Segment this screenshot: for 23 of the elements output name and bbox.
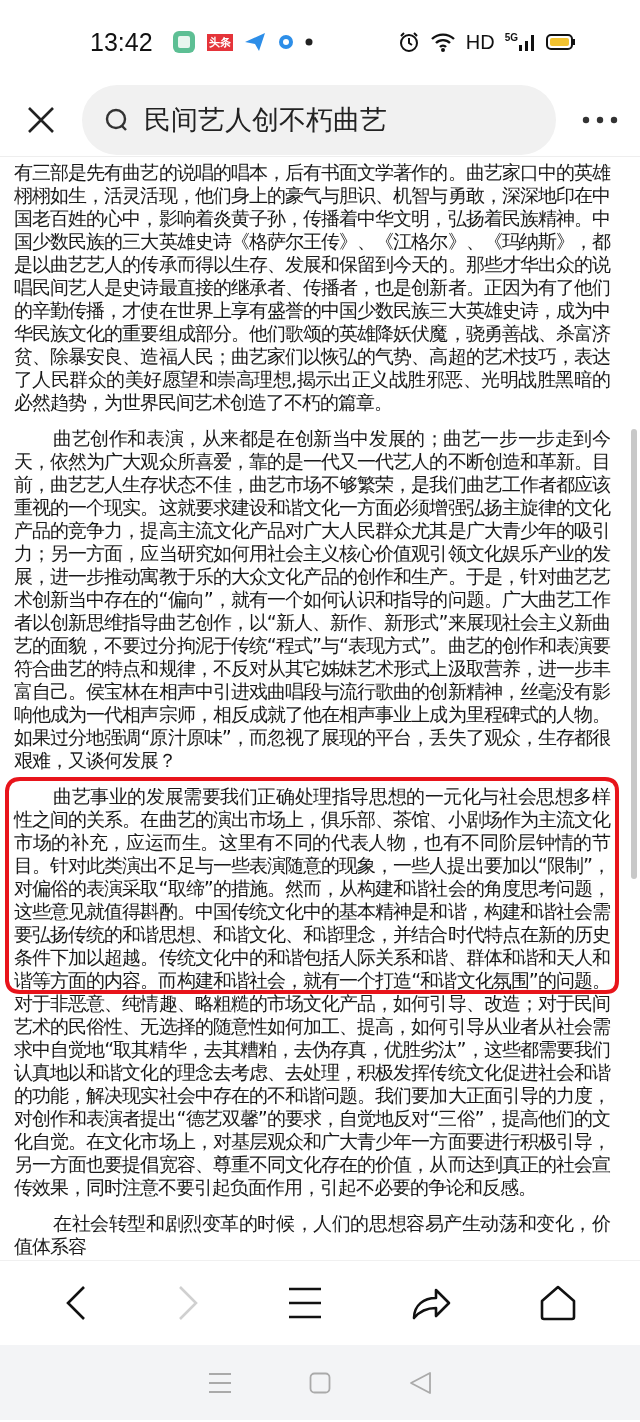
wifi-icon [429, 31, 456, 53]
article-paragraph: 曲艺事业的发展需要我们正确处理指导思想的一元化与社会思想多样性之间的关系。在曲艺的演出市场上，俱乐部、茶馆、小剧场作为主流文化市场的补充，应运而生。这里有不同的代表人物，也有不同阶层钟情的节目。针对此类演出不足与一些表演随意的现象，一些人提出要加以“限制”，对偏俗的表演采取“取缔”的措施。然而，从构建和谐社会的角度思考问题，这些意见就值得斟酌。中国传统文化中的基本精神是和谐，构建和谐社会需要弘扬传统的和谐思想、和谐文化、和谐理念，并结合时代特点在新的历史条件下加以超越。传统文化中的和谐包括人际关系和谐、群体和谐和天人和谐等方面的内容。而构建和谐社会，就有一个打造“和谐文化氛围”的问题。对于非恶意、纯情趣、略粗糙的市场文化产品，如何引导、改造；对于民间艺术的民俗性、无选择的随意性如何加工、提高，如何引导从业者从社会需求中自觉地“取其精华，去其糟粕，去伪存真，优胜劣汰”，这些都需要我们认真地以和谐文化的理念去考虑、去处理，积极发挥传统文化促进社会和谐的功能，解决现实社会中存在的不和谐问题。我们要加大正面引导的力度，对创作和表演者提出“德艺双馨”的要求，自觉地反对“三俗”，提高他们的文化自觉。在文化市场上，对基层观众和广大青少年一方面要进行积极引导，另一方面也要提倡宽容、尊重不同文化存在的价值，从而达到真正的社会宣传效果，同时注意不要引起负面作用，引起不必要的争论和反感。 [14, 785, 610, 1199]
signal-icon [518, 32, 536, 52]
forward-icon [176, 1285, 200, 1321]
battery-icon [546, 33, 576, 51]
network-label: 5G [504, 31, 518, 43]
close-icon[interactable] [26, 105, 56, 135]
notification-badge: 头条 [206, 33, 233, 51]
article-paragraph: 有三部是先有曲艺的说唱的唱本，后有书面文学著作的。曲艺家口中的英雄栩栩如生，活灵活现，他们身上的豪气与胆识、机智与勇敢，深深地印在中国老百姓的心中，影响着炎黄子孙，传播着中华文明，弘扬着民族精神。中国少数民族的三大英雄史诗《格萨尔王传》、《江格尔》、《玛纳斯》，都是以曲艺艺人的传承而得以生存、发展和保留到今天的。那些才华出众的说唱民间艺人是史诗最直接的继承者、传播者，也是创新者。正因为有了他们的辛勤传播，才使在世界上享有盛誉的中国少数民族三大英雄史诗，成为中华民族文化的重要组成部分。他们歌颂的英雄降妖伏魔，骁勇善战、杀富济贫、除暴安良、造福人民；曲艺家们以恢弘的气势、高超的艺术技巧，表达了人民群众的美好愿望和崇高理想,揭示出正义战胜邪恶、光明战胜黑暗的必然趋势，为世界民间艺术创造了不朽的篇章。 [14, 161, 610, 414]
more-icon[interactable] [582, 115, 618, 125]
back-icon [64, 1285, 88, 1321]
network-label: HD [465, 30, 495, 54]
alarm-icon [397, 31, 420, 53]
article-paragraph: 曲艺创作和表演，从来都是在创新当中发展的；曲艺一步一步走到今天，依然为广大观众所喜爱，靠的是一代又一代艺人的不断创造和革新。目前，曲艺艺人生存状态不佳，曲艺市场不够繁荣，是我们曲艺工作者都应该重视的一个现实。这就要求建设和谐文化一方面必须增强弘扬主旋律的文化产品的竞争力，提高主流文化产品对广大人民群众尤其是广大青少年的吸引力；另一方面，应当研究如何用社会主义核心价值观引领文化娱乐产业的发展，进一步推动寓教于乐的大众文化产品的创作和生产。于是，针对曲艺艺术创新当中存在的“偏向”，就有一个如何认识和指导的问题。广大曲艺工作者以创新思维指导曲艺创作，以“新人、新作、新形式”来展现社会主义新曲艺的面貌，不要过分拘泥于传统“程式”与“表现方式”。曲艺的创作和表演要符合曲艺的特点和规律，不反对从其它姊妹艺术形式上汲取营养，进一步丰富自己。侯宝林在相声中引进戏曲唱段与流行歌曲的创新精神，丝毫没有影响他成为一代相声宗师，相反成就了他在相声事业上成为里程碑式的人物。如果过分地强调“原汁原味”，而忽视了展现的平台，丢失了观众，生存都很艰难，又谈何发展？ [14, 427, 610, 772]
scrollbar[interactable] [631, 429, 637, 879]
circle-notification-icon [276, 33, 295, 51]
article-paragraph: 在社会转型和剧烈变革的时候，人们的思想容易产生动荡和变化，价值体系容 [14, 1212, 610, 1258]
dot-icon [304, 38, 313, 46]
status-time: 13:42 [90, 27, 153, 57]
app-notification-icon [170, 29, 197, 55]
menu-icon [288, 1287, 322, 1319]
search-field[interactable]: 民间艺人创不朽曲艺 [82, 85, 556, 155]
home-icon [540, 1285, 576, 1321]
